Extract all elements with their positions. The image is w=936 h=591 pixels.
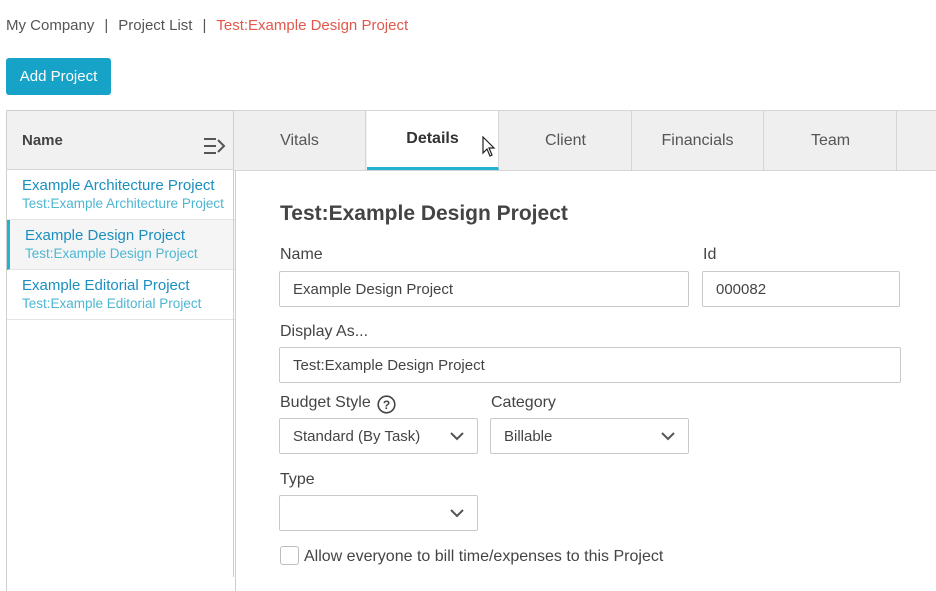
- help-icon[interactable]: ?: [377, 395, 396, 414]
- chevron-down-icon: [450, 432, 464, 441]
- project-list-header: Name: [7, 111, 235, 170]
- display-as-field[interactable]: Test:Example Design Project: [279, 347, 901, 383]
- tab-vitals[interactable]: Vitals: [234, 111, 366, 170]
- project-name: Example Editorial Project: [22, 277, 190, 294]
- chevron-down-icon: [661, 432, 675, 441]
- category-select[interactable]: Billable: [490, 418, 689, 454]
- project-name: Example Architecture Project: [22, 177, 215, 194]
- project-list-panel: Name Example Architecture Project Test:E…: [6, 110, 236, 591]
- breadcrumb: My Company | Project List | Test:Example Des…: [6, 17, 408, 34]
- tab-details[interactable]: Details: [367, 111, 499, 170]
- mouse-pointer-icon: [482, 136, 496, 157]
- tab-bar: Vitals Details Client Financials Team: [234, 110, 936, 171]
- breadcrumb-separator: |: [202, 17, 207, 34]
- id-label: Id: [703, 246, 717, 263]
- tab-financials[interactable]: Financials: [632, 111, 764, 170]
- page-title: Test:Example Design Project: [280, 202, 568, 225]
- chevron-down-icon: [450, 509, 464, 518]
- breadcrumb-separator: |: [104, 17, 109, 34]
- budget-style-select[interactable]: Standard (By Task): [279, 418, 478, 454]
- breadcrumb-company[interactable]: My Company: [6, 17, 94, 34]
- project-display-name: Test:Example Editorial Project: [22, 296, 202, 311]
- panel-divider: [233, 110, 234, 577]
- project-list-item-selected[interactable]: Example Design Project Test:Example Desi…: [7, 220, 235, 270]
- collapse-panel-icon[interactable]: [203, 136, 227, 156]
- category-value: Billable: [504, 427, 553, 445]
- budget-style-value: Standard (By Task): [293, 427, 421, 445]
- display-as-label: Display As...: [280, 323, 369, 340]
- name-column-header[interactable]: Name: [22, 132, 63, 149]
- tab-client[interactable]: Client: [500, 111, 632, 170]
- category-label: Category: [491, 394, 556, 411]
- add-project-button[interactable]: Add Project: [6, 58, 111, 95]
- project-list-item[interactable]: Example Editorial Project Test:Example E…: [7, 270, 235, 320]
- name-label: Name: [280, 246, 323, 263]
- allow-billing-checkbox[interactable]: [280, 546, 299, 565]
- allow-billing-label[interactable]: Allow everyone to bill time/expenses to …: [304, 548, 663, 566]
- name-field[interactable]: Example Design Project: [279, 271, 689, 307]
- svg-text:?: ?: [383, 398, 390, 412]
- breadcrumb-project-list[interactable]: Project List: [118, 17, 192, 34]
- tab-team[interactable]: Team: [765, 111, 897, 170]
- project-list-item[interactable]: Example Architecture Project Test:Exampl…: [7, 170, 235, 220]
- breadcrumb-current: Test:Example Design Project: [216, 17, 409, 34]
- type-label: Type: [280, 471, 315, 488]
- project-display-name: Test:Example Design Project: [25, 246, 198, 261]
- project-name: Example Design Project: [25, 227, 186, 244]
- budget-style-label: Budget Style: [280, 394, 371, 411]
- project-display-name: Test:Example Architecture Project: [22, 196, 224, 211]
- id-field[interactable]: 000082: [702, 271, 900, 307]
- type-select[interactable]: [279, 495, 478, 531]
